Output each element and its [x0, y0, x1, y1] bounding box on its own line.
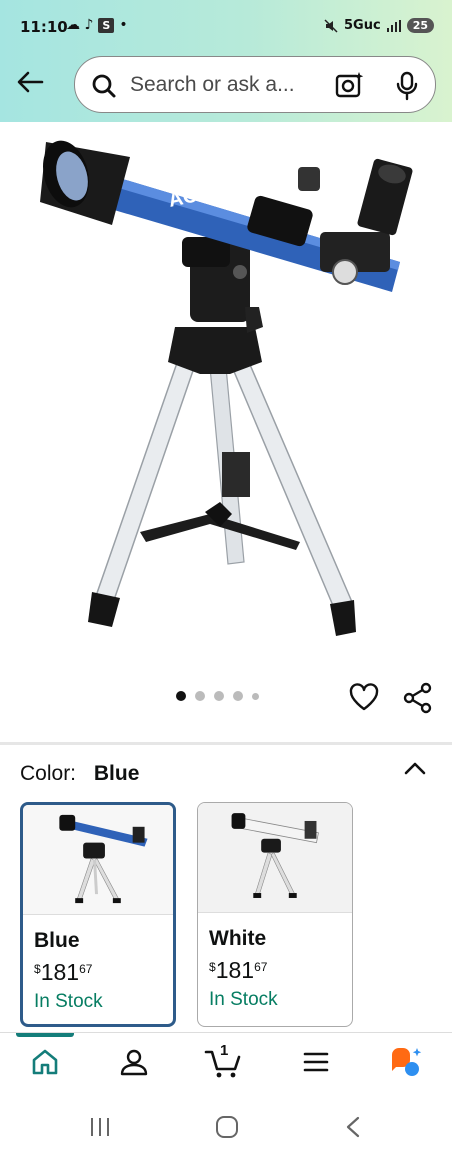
section-divider: [0, 742, 452, 745]
notification-glyphs: ☁ ♪: [66, 17, 94, 33]
availability-text: In Stock: [209, 989, 278, 1010]
collapse-color-button[interactable]: [402, 758, 428, 785]
home-icon: [32, 1049, 58, 1075]
mount-head: [168, 237, 263, 374]
nav-home[interactable]: [30, 1047, 60, 1082]
nav-rufus[interactable]: [388, 1047, 424, 1084]
system-back-icon[interactable]: [342, 1116, 366, 1138]
carousel-dot[interactable]: [214, 691, 224, 701]
price-fraction: 67: [79, 962, 93, 976]
mute-icon: [324, 18, 338, 33]
status-right: 5Guc 25: [324, 18, 434, 33]
back-button[interactable]: [14, 66, 46, 98]
currency-symbol: $: [34, 962, 41, 976]
camera-lens-icon[interactable]: [335, 71, 365, 99]
search-bar[interactable]: Search or ask a...: [74, 56, 436, 113]
option-name: Blue: [34, 929, 80, 952]
white-telescope-thumbnail: [198, 803, 352, 913]
selected-color-value: Blue: [93, 762, 140, 785]
carousel-dot[interactable]: [195, 691, 205, 701]
price-fraction: 67: [254, 960, 268, 974]
cart-count-badge: 1: [220, 1042, 229, 1059]
carousel-dot[interactable]: [233, 691, 243, 701]
wishlist-button[interactable]: [348, 682, 380, 717]
nav-account[interactable]: [119, 1047, 149, 1082]
carousel-dot[interactable]: [176, 691, 186, 701]
tube-brand-label: AOMEKIE: [166, 171, 262, 212]
microphone-icon[interactable]: [395, 71, 419, 101]
status-time: 11:10: [20, 18, 68, 36]
back-arrow-icon: [17, 71, 44, 93]
nav-cart[interactable]: 1: [204, 1042, 242, 1084]
availability-text: In Stock: [34, 991, 103, 1012]
option-name: White: [209, 927, 267, 950]
currency-symbol: $: [209, 960, 216, 974]
rufus-icon: [392, 1048, 422, 1076]
product-image-telescope[interactable]: AOMEKIE: [0, 122, 452, 682]
carousel-dot[interactable]: [252, 692, 259, 700]
active-tab-indicator: [16, 1033, 74, 1037]
battery-indicator: 25: [406, 18, 434, 33]
header: 11:10 ☁ ♪ S • 5Guc 25 Search or ask a...: [0, 0, 452, 122]
signal-icon: [386, 19, 401, 32]
share-icon: [403, 682, 432, 714]
status-notification-icons: ☁ ♪ S •: [66, 17, 128, 33]
price-whole: 181: [40, 959, 80, 985]
recent-apps-icon[interactable]: [88, 1116, 112, 1138]
color-option-blue[interactable]: Blue $18167 In Stock: [20, 802, 176, 1027]
color-option-white[interactable]: White $18167 In Stock: [197, 802, 353, 1027]
search-input[interactable]: Search or ask a...: [130, 73, 295, 97]
color-heading: Color: Blue: [20, 762, 139, 786]
status-bar: 11:10 ☁ ♪ S • 5Guc 25: [0, 0, 452, 56]
option-price: $18167: [34, 959, 92, 986]
share-button[interactable]: [402, 682, 434, 719]
nav-menu[interactable]: [302, 1047, 330, 1082]
account-icon: [120, 1049, 148, 1076]
carousel-dots[interactable]: [176, 691, 259, 701]
price-whole: 181: [215, 957, 255, 983]
menu-icon: [303, 1052, 329, 1072]
search-icon: [92, 74, 116, 98]
system-navigation-bar: [0, 1096, 452, 1158]
home-circle-icon[interactable]: [215, 1116, 239, 1138]
heart-icon: [349, 683, 379, 711]
option-price: $18167: [209, 957, 267, 984]
page: { "status": { "time": "11:10", "left_gly…: [0, 0, 452, 1158]
blue-telescope-thumbnail: [23, 805, 173, 915]
tripod-legs: [88, 359, 356, 636]
signal-label: 5Guc: [344, 18, 381, 33]
s-badge-icon: S: [98, 17, 115, 33]
bottom-nav: 1: [0, 1032, 452, 1096]
chevron-up-icon: [404, 762, 426, 775]
status-dot: •: [119, 17, 128, 33]
color-label: Color:: [20, 762, 77, 785]
